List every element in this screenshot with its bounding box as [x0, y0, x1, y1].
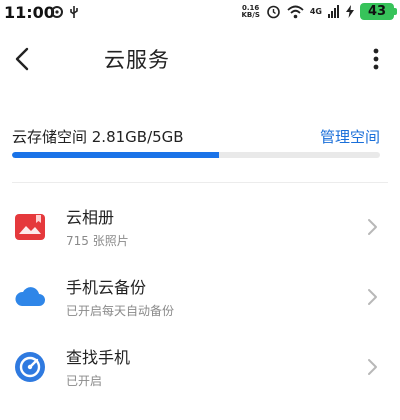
list-item-cloud-backup[interactable]: 手机云备份 已开启每天自动备份	[0, 268, 400, 338]
charging-bolt-icon	[346, 5, 354, 18]
more-options-button[interactable]	[366, 44, 386, 74]
item-title: 手机云备份	[66, 278, 147, 297]
battery-indicator: 43	[360, 3, 397, 20]
list-item-find-phone[interactable]: 查找手机 已开启	[0, 338, 400, 408]
storage-usage-label: 云存储空间 2.81GB/5GB	[12, 128, 184, 146]
storage-progress-fill	[12, 152, 219, 158]
item-subtitle: 已开启	[66, 374, 103, 388]
status-bar: 11:00 0.16 KB/S 4G 43	[0, 0, 400, 26]
item-title: 查找手机	[66, 348, 131, 367]
signal-label: 4G	[309, 7, 322, 16]
divider	[12, 182, 388, 183]
manage-space-link[interactable]: 管理空间	[320, 126, 380, 147]
chevron-right-icon	[368, 219, 377, 235]
status-left-icons	[50, 5, 80, 19]
photo-album-icon	[15, 214, 45, 240]
chevron-left-icon	[15, 47, 29, 71]
chevron-right-icon	[368, 359, 377, 375]
alarm-clock-icon	[267, 5, 280, 19]
storage-progress-bar	[12, 152, 380, 158]
settings-gear-icon	[51, 6, 63, 18]
status-right-icons: 0.16 KB/S 4G 43	[241, 3, 397, 20]
item-subtitle: 已开启每天自动备份	[66, 304, 175, 318]
cloud-icon	[15, 287, 45, 306]
battery-tip	[394, 8, 397, 15]
item-subtitle: 715 张照片	[66, 234, 129, 248]
list-item-cloud-album[interactable]: 云相册 715 张照片	[0, 198, 400, 268]
app-header: 云服务	[0, 36, 400, 84]
more-vertical-icon	[373, 48, 379, 70]
chevron-right-icon	[368, 289, 377, 305]
item-title: 云相册	[66, 208, 115, 227]
wifi-icon	[287, 5, 304, 18]
network-speed: 0.16 KB/S	[241, 3, 260, 19]
back-button[interactable]	[8, 44, 38, 74]
usb-icon	[70, 6, 78, 18]
status-time: 11:00	[4, 3, 55, 22]
find-phone-icon	[15, 352, 45, 382]
page-title: 云服务	[104, 48, 170, 72]
service-list: 云相册 715 张照片 手机云备份 已开启每天自动备份 查找手机 已开启	[0, 198, 400, 408]
signal-strength-icon	[328, 5, 339, 18]
